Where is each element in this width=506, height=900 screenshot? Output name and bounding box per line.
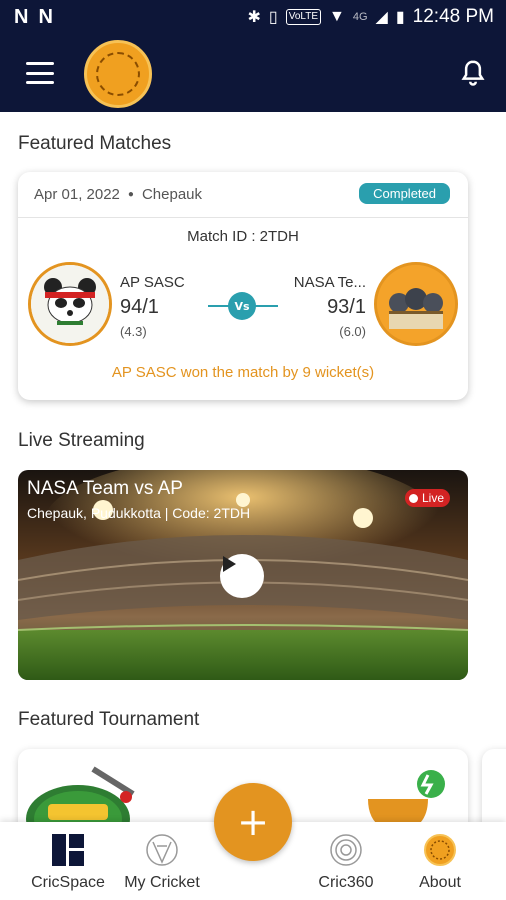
stream-subtitle: Chepauk, Pudukkotta | Code: 2TDH	[27, 505, 251, 521]
logo-ring	[96, 52, 140, 96]
menu-icon[interactable]	[26, 62, 54, 84]
network-type: 4G	[352, 11, 368, 23]
notification-icon: N	[14, 5, 29, 28]
match-venue: Chepauk	[141, 186, 202, 203]
volte-icon: VoLTE	[285, 9, 322, 25]
radar-icon	[330, 834, 362, 866]
match-date: Apr 01, 2022	[34, 186, 120, 203]
app-header	[0, 34, 506, 112]
nav-my-cricket[interactable]: My Cricket	[112, 822, 212, 900]
panda-logo-icon	[31, 265, 109, 343]
team2-logo	[374, 262, 458, 346]
signal-icon: ◢	[375, 9, 388, 26]
nav-label: My Cricket	[124, 874, 200, 891]
play-button[interactable]	[220, 554, 264, 598]
nav-cricspace[interactable]: CricSpace	[18, 822, 118, 900]
clock: 12:48 PM	[412, 6, 494, 27]
team1-logo	[28, 262, 112, 346]
match-card-header: Apr 01, 2022 ● Chepauk Completed	[18, 172, 468, 218]
stream-title: NASA Team vs AP	[27, 478, 183, 499]
helmets-logo-icon	[377, 265, 455, 343]
featured-matches-title: Featured Matches	[18, 133, 172, 154]
match-id: Match ID : 2TDH	[187, 228, 299, 245]
team1-overs: (4.3)	[120, 324, 147, 339]
nav-label: CricSpace	[31, 874, 105, 891]
live-label: Live	[421, 491, 444, 505]
notification-icon: N	[38, 5, 53, 28]
notification-icons: N N	[14, 6, 53, 29]
play-icon	[223, 556, 236, 572]
wifi-icon: ▼	[329, 8, 345, 25]
team2-name: NASA Te...	[293, 274, 366, 291]
live-streaming-title: Live Streaming	[18, 430, 145, 451]
info-logo-icon	[424, 834, 456, 866]
vibrate-icon: ▯	[268, 9, 278, 26]
status-badge: Completed	[359, 183, 450, 204]
team2-score: 93/1	[327, 296, 366, 318]
app-logo	[84, 40, 152, 108]
live-badge: Live	[404, 489, 450, 507]
add-fab-button[interactable]: +	[214, 783, 292, 861]
match-card[interactable]: Apr 01, 2022 ● Chepauk Completed Match I…	[18, 172, 468, 400]
bluetooth-icon: ✱	[247, 9, 261, 26]
system-icons: ✱ ▯ VoLTE ▼ 4G ◢ ▮ 12:48 PM	[248, 6, 494, 28]
match-result: AP SASC won the match by 9 wicket(s)	[111, 364, 375, 381]
vs-badge: Vs	[228, 292, 256, 320]
lion-icon	[146, 834, 178, 866]
nav-about[interactable]: About	[390, 822, 490, 900]
team2-overs: (6.0)	[339, 324, 366, 339]
nav-label: Cric360	[318, 874, 374, 891]
team1-name: AP SASC	[120, 274, 185, 291]
notification-bell-icon[interactable]	[458, 58, 488, 88]
separator-dot: ●	[127, 189, 134, 200]
status-bar: N N ✱ ▯ VoLTE ▼ 4G ◢ ▮ 12:48 PM	[0, 0, 506, 34]
featured-tournament-title: Featured Tournament	[18, 709, 200, 730]
nav-cric360[interactable]: Cric360	[296, 822, 396, 900]
live-dot-icon	[408, 493, 418, 503]
battery-icon: ▮	[395, 9, 405, 26]
nav-label: About	[419, 874, 461, 891]
live-stream-card[interactable]: NASA Team vs AP Chepauk, Pudukkotta | Co…	[18, 470, 468, 680]
team1-score: 94/1	[120, 296, 159, 318]
grid-icon	[52, 834, 84, 866]
